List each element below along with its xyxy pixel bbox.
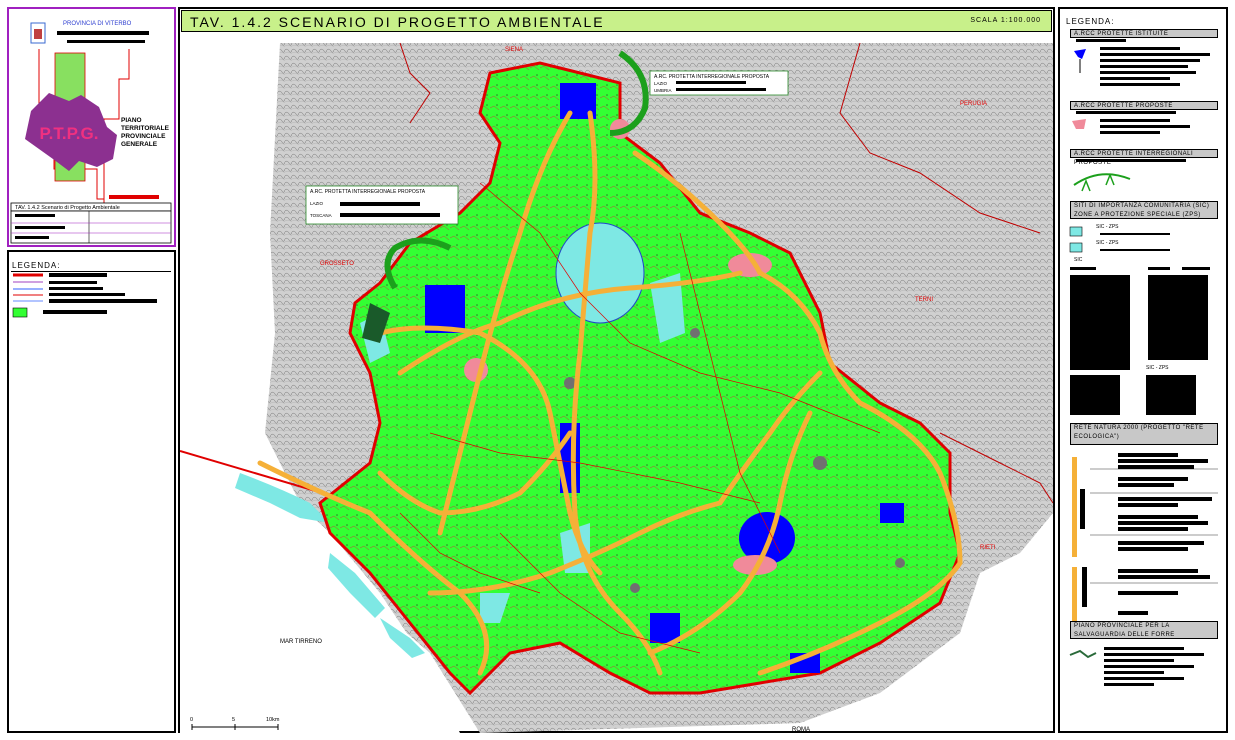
red-bar [109,195,159,199]
svg-text:UMBRIA: UMBRIA [654,88,672,93]
legend-block-1 [1074,47,1210,86]
ptpg-logo: P.T.P.G. [40,124,99,143]
place-rieti: RIETI [980,545,996,551]
redacted-line [67,40,145,43]
table-label: TAV. 1.4.2 Scenario di Progetto Ambienta… [15,205,120,211]
map-scale: SCALA 1:100.000 [970,17,1041,24]
protected-area-symbol [1074,49,1086,59]
legend-block-5 [1072,453,1218,622]
svg-text:LAZIO: LAZIO [654,81,668,86]
section-header: PIANO PROVINCIALE PER LA SALVAGUARDIA DE… [1070,621,1218,639]
svg-text:LAZIO: LAZIO [310,201,324,206]
sic-list [1070,267,1210,370]
place-grosseto: GROSSETO [320,261,354,267]
shield-emblem [34,29,42,39]
svg-text:TOSCANA: TOSCANA [310,213,332,218]
svg-text:A.RC. PROTETTA INTERREGIONALE: A.RC. PROTETTA INTERREGIONALE PROPOSTA [654,74,770,80]
zps-label: ZPS [1074,365,1084,371]
svg-text:0: 0 [190,717,193,723]
place-perugia: PERUGIA [960,101,987,107]
left-legend: LEGENDA: [7,250,176,733]
proposed-area-symbol [1072,119,1086,129]
section-header: RETE NATURA 2000 (PROGETTO "RETE ECOLOGI… [1070,423,1218,445]
callout-umbria: A.RC. PROTETTA INTERREGIONALE PROPOSTA L… [649,70,789,96]
legend-block-2 [1072,119,1190,134]
svg-text:5: 5 [232,717,235,723]
corridor-symbol [1072,457,1077,557]
svg-text:A.RC. PROTETTA INTERREGIONALE: A.RC. PROTETTA INTERREGIONALE PROPOSTA [310,189,426,195]
svg-text:10km: 10km [266,717,280,723]
sic-symbol [1069,242,1083,253]
sic-zps-label-2: SIC - ZPS [1146,365,1169,371]
redacted-line [57,31,149,35]
right-legend: LEGENDA: A.RCC PROTETTE ISTITUITE A.RCC … [1058,7,1228,733]
right-legend-title: LEGENDA: [1066,17,1115,26]
section-header: A.RCC PROTETTE ISTITUITE [1070,29,1218,38]
map-canvas: A.RC. PROTETTA INTERREGIONALE PROPOSTA L… [180,42,1053,733]
zps-list [1070,375,1196,415]
section-header: SITI DI IMPORTANZA COMUNITARIA (SIC) ZON… [1070,201,1218,219]
place-roma: ROMA [792,727,810,733]
left-legend-title: LEGENDA: [12,261,61,270]
sea-label: MAR TIRRENO [280,639,322,645]
sic-label-small: SIC - ZPS [1096,240,1119,246]
sic-zps-symbol [1069,226,1083,237]
title-block: PROVINCIA DI VITERBO P.T.P.G. PIANO TERR… [7,7,176,247]
map-title: TAV. 1.4.2 SCENARIO DI PROGETTO AMBIENTA… [190,14,605,30]
plan-title: PIANO TERRITORIALE PROVINCIALE GENERALE [121,117,169,148]
legend-block-3 [1073,172,1131,192]
vegetation-symbol [12,307,28,318]
gorge-symbol [1069,649,1097,659]
legend-block-6 [1069,647,1204,686]
legend-block-4 [1069,226,1170,253]
province-name: PROVINCIA DI VITERBO [63,21,132,27]
section-header: A.RCC PROTETTE INTERREGIONALI PROPOSTE [1070,149,1218,166]
lake-bolsena [555,222,645,324]
place-siena: SIENA [505,47,523,53]
sic-zps-label: SIC - ZPS [1096,224,1119,230]
map-header: TAV. 1.4.2 SCENARIO DI PROGETTO AMBIENTA… [181,10,1052,32]
sic-label: SIC [1074,257,1083,263]
callout-toscana: A.RC. PROTETTA INTERREGIONALE PROPOSTA L… [305,185,459,225]
section-header: A.RCC PROTETTE PROPOSTE [1070,101,1218,110]
place-terni: TERNI [915,297,933,303]
left-legend-items [12,273,157,318]
title-block-drawing: PROVINCIA DI VITERBO P.T.P.G. PIANO TERR… [10,21,172,244]
map-frame: TAV. 1.4.2 SCENARIO DI PROGETTO AMBIENTA… [178,7,1055,733]
